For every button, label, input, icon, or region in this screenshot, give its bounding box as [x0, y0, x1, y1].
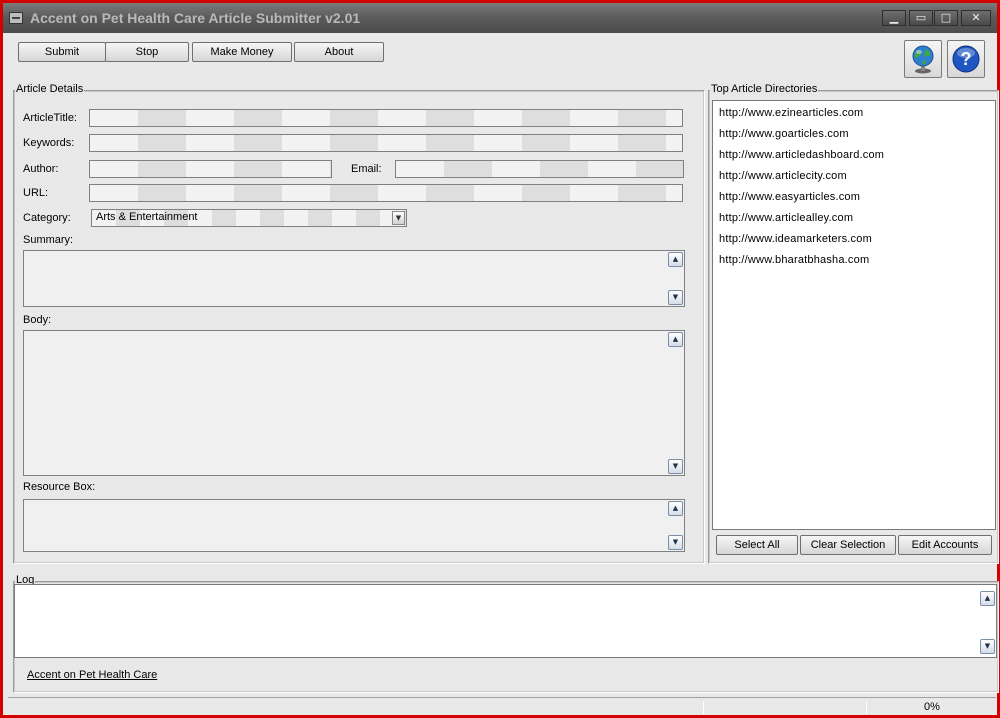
restore-button[interactable]: ▭: [909, 10, 933, 26]
body-scrollbar[interactable]: ▲ ▼: [668, 332, 683, 474]
list-item[interactable]: http://www.articlecity.com: [719, 170, 847, 182]
scroll-down-icon[interactable]: ▼: [980, 639, 995, 654]
site-link[interactable]: Accent on Pet Health Care: [27, 669, 157, 681]
submit-button[interactable]: Submit: [18, 42, 106, 62]
chevron-down-icon[interactable]: ▼: [392, 211, 405, 225]
select-all-button[interactable]: Select All: [716, 535, 798, 555]
body-textarea[interactable]: ▲ ▼: [23, 330, 685, 476]
list-item[interactable]: http://www.articlealley.com: [719, 212, 853, 224]
resource-box-label: Resource Box:: [23, 481, 96, 493]
author-label: Author:: [23, 163, 59, 175]
scroll-down-icon[interactable]: ▼: [668, 459, 683, 474]
author-input[interactable]: [89, 160, 332, 178]
help-glyph: ?: [961, 49, 972, 69]
minimize-button[interactable]: ▁: [882, 10, 906, 26]
help-button[interactable]: ?: [947, 40, 985, 78]
clear-selection-button[interactable]: Clear Selection: [800, 535, 896, 555]
article-details-legend: Article Details: [15, 83, 85, 95]
scroll-down-icon[interactable]: ▼: [668, 290, 683, 305]
article-title-input[interactable]: [89, 109, 683, 127]
category-select[interactable]: Arts & Entertainment ▼: [91, 209, 407, 227]
scroll-up-icon[interactable]: ▲: [668, 252, 683, 267]
list-item[interactable]: http://www.ezinearticles.com: [719, 107, 863, 119]
list-item[interactable]: http://www.ideamarketers.com: [719, 233, 872, 245]
edit-accounts-button[interactable]: Edit Accounts: [898, 535, 992, 555]
url-input[interactable]: [89, 184, 683, 202]
directories-legend: Top Article Directories: [710, 83, 819, 95]
scroll-up-icon[interactable]: ▲: [668, 501, 683, 516]
status-divider: [703, 701, 704, 714]
email-label: Email:: [351, 163, 382, 175]
progress-percent: 0%: [924, 701, 940, 713]
category-label: Category:: [23, 212, 71, 224]
keywords-label: Keywords:: [23, 137, 75, 149]
keywords-input[interactable]: [89, 134, 683, 152]
about-button[interactable]: About: [294, 42, 384, 62]
status-divider: [866, 701, 867, 714]
category-selected-value: Arts & Entertainment: [96, 211, 198, 223]
url-label: URL:: [23, 187, 49, 199]
app-menu-icon[interactable]: [9, 12, 23, 24]
summary-label: Summary:: [23, 234, 74, 246]
list-item[interactable]: http://www.articledashboard.com: [719, 149, 884, 161]
help-icon: ?: [952, 45, 980, 73]
list-item[interactable]: http://www.bharatbhasha.com: [719, 254, 869, 266]
directories-list[interactable]: http://www.ezinearticles.com http://www.…: [712, 100, 996, 530]
maximize-button[interactable]: □: [934, 10, 958, 26]
log-textarea[interactable]: ▲ ▼: [14, 584, 997, 658]
website-button[interactable]: [904, 40, 942, 78]
globe-icon: [912, 45, 934, 74]
email-input[interactable]: [395, 160, 684, 178]
status-bar: 0%: [8, 697, 996, 715]
resource-box-textarea[interactable]: ▲ ▼: [23, 499, 685, 552]
article-title-label: ArticleTitle:: [23, 112, 77, 124]
resource-scrollbar[interactable]: ▲ ▼: [668, 501, 683, 550]
scroll-up-icon[interactable]: ▲: [668, 332, 683, 347]
summary-textarea[interactable]: ▲ ▼: [23, 250, 685, 307]
scroll-up-icon[interactable]: ▲: [980, 591, 995, 606]
window-title: Accent on Pet Health Care Article Submit…: [30, 10, 361, 26]
close-button[interactable]: ✕: [961, 10, 991, 26]
make-money-button[interactable]: Make Money: [192, 42, 292, 62]
list-item[interactable]: http://www.goarticles.com: [719, 128, 849, 140]
title-bar[interactable]: Accent on Pet Health Care Article Submit…: [3, 3, 997, 33]
app-window: Accent on Pet Health Care Article Submit…: [0, 0, 1000, 718]
summary-scrollbar[interactable]: ▲ ▼: [668, 252, 683, 305]
scroll-down-icon[interactable]: ▼: [668, 535, 683, 550]
stop-button[interactable]: Stop: [105, 42, 189, 62]
list-item[interactable]: http://www.easyarticles.com: [719, 191, 860, 203]
body-label: Body:: [23, 314, 52, 326]
log-scrollbar[interactable]: ▲ ▼: [980, 586, 995, 656]
